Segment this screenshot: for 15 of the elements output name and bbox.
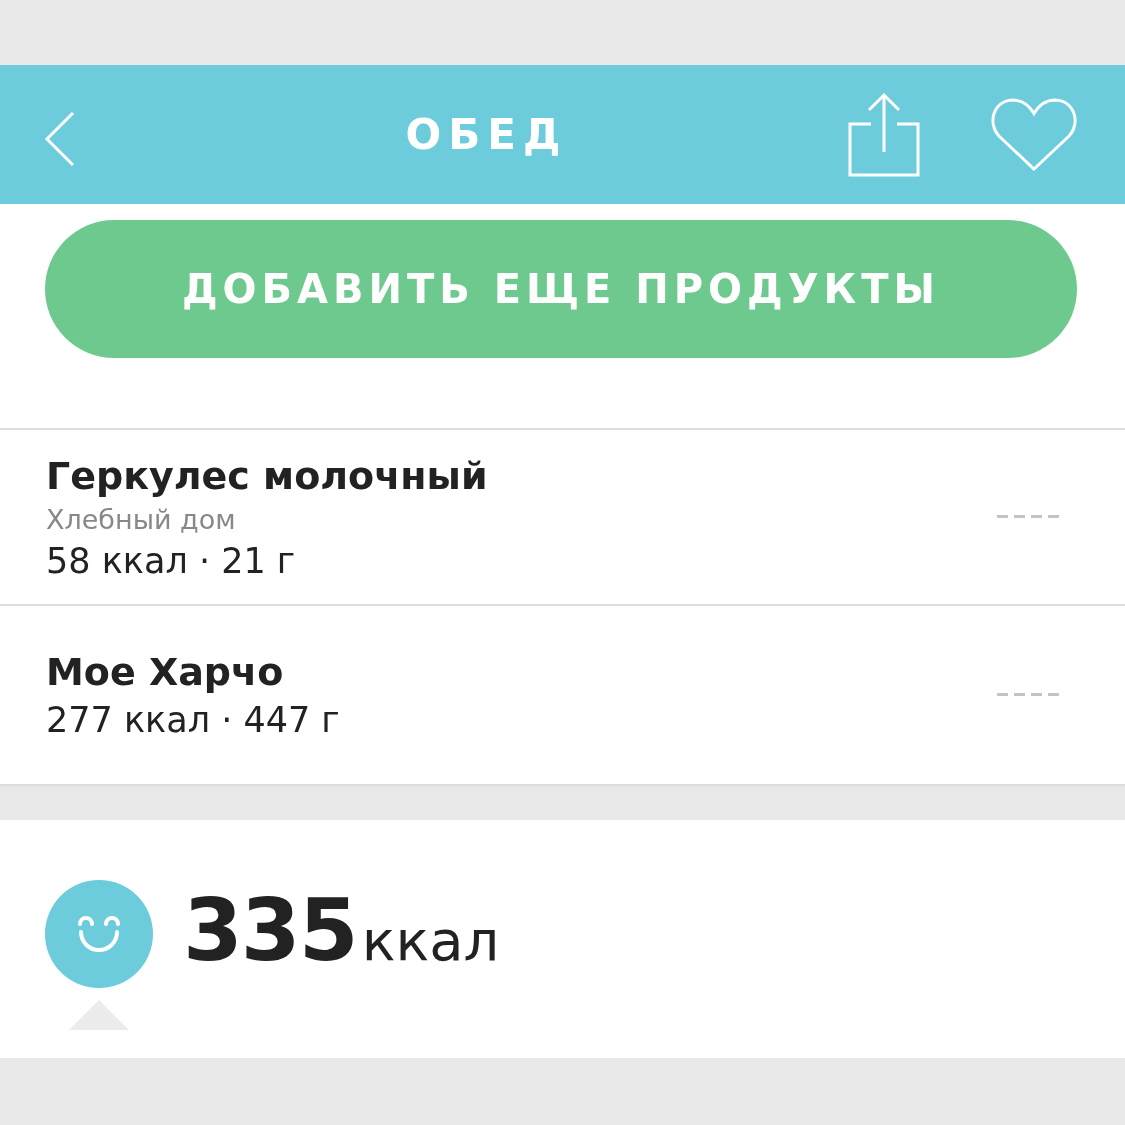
product-summary: 277 ккал · 447 г xyxy=(46,700,341,740)
product-row[interactable]: Геркулес молочный Хлебный дом 58 ккал · 21 г xyxy=(0,430,1125,606)
dashes-icon xyxy=(997,693,1059,697)
heart-icon[interactable] xyxy=(991,96,1077,173)
product-brand: Хлебный дом xyxy=(46,503,237,535)
product-name: Мое Харчо xyxy=(46,650,285,694)
total-calories: 335 ккал xyxy=(183,880,500,980)
screen-title: ОБЕД xyxy=(404,110,569,159)
product-name: Геркулес молочный xyxy=(46,453,489,498)
smiley-icon xyxy=(45,880,153,988)
back-icon[interactable] xyxy=(44,110,76,167)
product-summary: 58 ккал · 21 г xyxy=(46,540,297,581)
share-icon[interactable] xyxy=(847,91,921,178)
product-row[interactable]: Мое Харчо 277 ккал · 447 г xyxy=(0,606,1125,786)
dashes-icon xyxy=(997,515,1059,519)
